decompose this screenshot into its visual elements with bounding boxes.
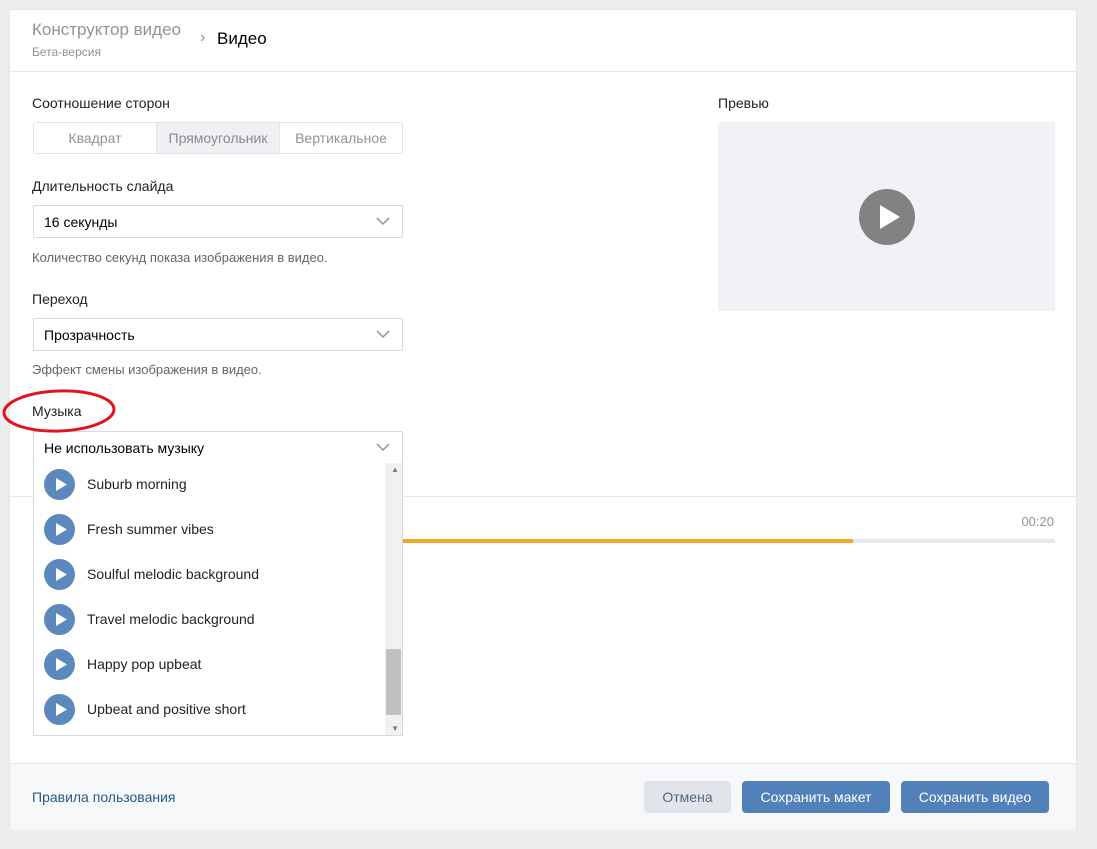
- play-icon: [879, 205, 900, 229]
- music-track-item[interactable]: Travel melodic background: [34, 598, 384, 643]
- slide-duration-select[interactable]: 16 секунды: [33, 205, 403, 238]
- track-name: Fresh summer vibes: [87, 521, 214, 537]
- timeline-progress: [403, 539, 853, 543]
- chevron-down-icon: [376, 443, 390, 452]
- chevron-down-icon: [376, 330, 390, 339]
- aspect-ratio-selector: Квадрат Прямоугольник Вертикальное: [33, 122, 403, 154]
- track-name: Soulful melodic background: [87, 566, 259, 582]
- track-name: Travel melodic background: [87, 611, 255, 627]
- track-name: Suburb morning: [87, 476, 187, 492]
- track-play-button[interactable]: [44, 469, 75, 500]
- terms-link[interactable]: Правила пользования: [32, 789, 176, 805]
- music-label: Музыка: [32, 403, 82, 419]
- save-video-button[interactable]: Сохранить видео: [901, 781, 1049, 813]
- slide-duration-hint: Количество секунд показа изображения в в…: [32, 250, 328, 265]
- beta-badge: Бета-версия: [32, 45, 101, 59]
- video-constructor-card: Конструктор видео Бета-версия › Видео Со…: [9, 9, 1077, 829]
- play-icon: [55, 523, 67, 536]
- play-icon: [55, 613, 67, 626]
- transition-value: Прозрачность: [44, 327, 135, 343]
- music-track-item[interactable]: Fresh summer vibes: [34, 508, 384, 553]
- transition-select[interactable]: Прозрачность: [33, 318, 403, 351]
- page-title: Видео: [217, 29, 267, 48]
- slide-duration-label: Длительность слайда: [32, 178, 174, 194]
- play-icon: [55, 478, 67, 491]
- track-name: Upbeat and positive short: [87, 701, 246, 717]
- play-icon: [55, 568, 67, 581]
- play-icon: [55, 658, 67, 671]
- track-play-button[interactable]: [44, 649, 75, 680]
- timeline-time: 00:20: [1021, 514, 1054, 529]
- track-play-button[interactable]: [44, 514, 75, 545]
- chevron-down-icon: [376, 217, 390, 226]
- timeline-track[interactable]: [403, 539, 1055, 543]
- track-play-button[interactable]: [44, 559, 75, 590]
- breadcrumb-separator: ›: [200, 29, 206, 46]
- scrollbar-thumb[interactable]: [386, 649, 401, 715]
- music-track-item[interactable]: Upbeat and positive short: [34, 688, 384, 733]
- music-track-item[interactable]: Suburb morning: [34, 463, 384, 508]
- aspect-ratio-label: Соотношение сторон: [32, 95, 170, 111]
- scroll-up-arrow-icon[interactable]: ▲: [391, 465, 399, 474]
- track-name: Happy pop upbeat: [87, 656, 202, 672]
- page-header: Конструктор видео Бета-версия › Видео: [10, 10, 1076, 72]
- preview-label: Превью: [718, 95, 769, 111]
- page-footer: Правила пользования Отмена Сохранить мак…: [10, 763, 1076, 829]
- save-layout-button[interactable]: Сохранить макет: [742, 781, 890, 813]
- aspect-option-vertical[interactable]: Вертикальное: [279, 123, 402, 153]
- dropdown-scrollbar[interactable]: ▲ ▼: [385, 463, 402, 735]
- track-play-button[interactable]: [44, 604, 75, 635]
- aspect-option-square[interactable]: Квадрат: [34, 123, 156, 153]
- track-play-button[interactable]: [44, 694, 75, 725]
- music-select[interactable]: Не использовать музыку: [33, 431, 403, 464]
- breadcrumb-constructor[interactable]: Конструктор видео: [32, 20, 181, 40]
- transition-label: Переход: [32, 291, 88, 307]
- music-value: Не использовать музыку: [44, 440, 205, 456]
- music-track-item[interactable]: Soulful melodic background: [34, 553, 384, 598]
- scroll-down-arrow-icon[interactable]: ▼: [391, 724, 399, 733]
- aspect-option-rectangle[interactable]: Прямоугольник: [156, 123, 279, 153]
- transition-hint: Эффект смены изображения в видео.: [32, 362, 262, 377]
- slide-duration-value: 16 секунды: [44, 214, 118, 230]
- video-preview: [718, 122, 1055, 311]
- cancel-button[interactable]: Отмена: [644, 781, 731, 813]
- play-icon: [55, 703, 67, 716]
- music-dropdown-list: ▲ ▼ Suburb morning Fresh summer vibes So…: [33, 463, 403, 736]
- music-track-item[interactable]: Happy pop upbeat: [34, 643, 384, 688]
- preview-play-button[interactable]: [859, 189, 915, 245]
